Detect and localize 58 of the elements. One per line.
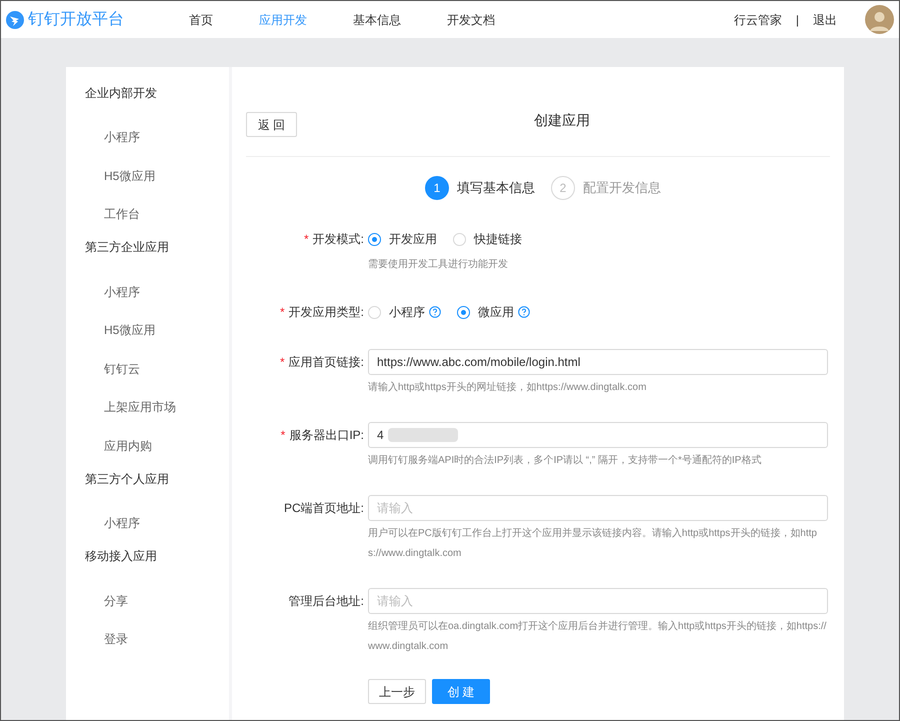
separator: |: [796, 12, 799, 28]
field-hint: 需要使用开发工具进行功能开发: [368, 258, 509, 272]
required-mark: *: [280, 427, 286, 444]
sidebar-item[interactable]: 小程序: [104, 128, 140, 146]
logo-text: 钉钉开放平台: [28, 10, 124, 30]
sidebar-item[interactable]: 工作台: [104, 205, 140, 224]
required-mark: *: [304, 231, 309, 248]
field-label: PC端首页地址:: [284, 500, 364, 517]
sidebar-item[interactable]: 上架应用市场: [104, 398, 176, 416]
step-label: 填写基本信息: [457, 179, 535, 198]
sidebar-item[interactable]: 应用内购: [104, 436, 152, 455]
step-number: 1: [425, 176, 449, 200]
radio-label[interactable]: 快捷链接: [474, 230, 522, 248]
field-hint: 组织管理员可以在oa.dingtalk.com打开这个应用后台并进行管理。输入http或https开头的链接，如https://www.dingtalk.com: [368, 620, 828, 654]
input-field[interactable]: https://www.abc.com/mobile/login.html: [368, 349, 828, 375]
help-icon[interactable]: [518, 306, 530, 318]
radio-button[interactable]: [457, 306, 470, 318]
field-label: 开发应用类型:: [288, 304, 364, 321]
help-icon[interactable]: [429, 306, 441, 318]
radio-label[interactable]: 开发应用: [389, 230, 437, 248]
sidebar-item[interactable]: 钉钉云: [104, 360, 140, 378]
input-field[interactable]: 请输入: [368, 495, 828, 521]
sidebar-group-title: 移动接入应用: [84, 548, 158, 565]
step-label: 配置开发信息: [583, 179, 661, 198]
user-link[interactable]: 行云管家: [734, 10, 782, 28]
page-title: 创建应用: [534, 111, 590, 130]
logo-icon: [6, 10, 24, 28]
sidebar-item[interactable]: 小程序: [104, 514, 140, 532]
sidebar-group-title: 第三方企业应用: [84, 239, 170, 256]
previous-button[interactable]: 上一步: [368, 679, 426, 704]
field-hint: 调用钉钉服务端API时的合法IP列表，多个IP请以 “,” 隔开，支持带一个*号通配符的IP格式: [368, 454, 762, 468]
required-mark: *: [280, 304, 285, 321]
sidebar-group-title: 第三方个人应用: [84, 470, 170, 488]
logout-link[interactable]: 退出: [813, 10, 837, 28]
sidebar-item[interactable]: H5微应用: [104, 166, 156, 185]
sidebar-item[interactable]: 登录: [104, 630, 128, 648]
field-hint: 用户可以在PC版钉钉工作台上打开这个应用并显示该链接内容。请输入http或https开头的链接，如https://www.dingtalk.com: [368, 526, 818, 561]
nav-link[interactable]: 基本信息: [353, 10, 401, 28]
radio-label[interactable]: 小程序: [389, 303, 425, 321]
required-mark: *: [280, 354, 285, 371]
avatar-icon[interactable]: [865, 5, 894, 34]
step-number: 2: [551, 176, 575, 200]
nav-link[interactable]: 首页: [189, 10, 213, 28]
sidebar-item[interactable]: H5微应用: [104, 321, 156, 340]
field-label: 应用首页链接:: [288, 354, 364, 371]
sidebar-item[interactable]: 小程序: [104, 282, 140, 301]
sidebar-item[interactable]: 分享: [104, 592, 128, 610]
radio-button[interactable]: [368, 232, 381, 246]
field-label: 服务器出口IP:: [289, 427, 364, 444]
sidebar-group-title: 企业内部开发: [84, 84, 158, 102]
input-field[interactable]: 4: [368, 422, 828, 448]
back-button[interactable]: 返 回: [246, 112, 297, 137]
field-label: 管理后台地址:: [288, 593, 364, 610]
field-label: 开发模式:: [312, 231, 364, 248]
radio-label[interactable]: 微应用: [478, 303, 514, 321]
input-field[interactable]: 请输入: [368, 588, 828, 614]
field-hint: 请输入http或https开头的网址链接，如https://www.dingtalk.com: [368, 380, 648, 395]
nav-link[interactable]: 开发文档: [447, 10, 495, 28]
